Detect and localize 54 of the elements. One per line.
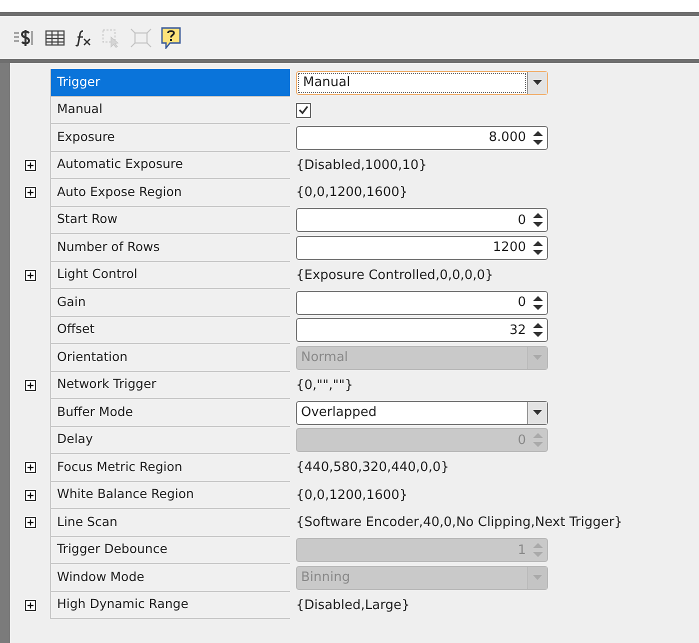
property-value: {0,0,1200,1600} <box>296 184 408 202</box>
number-field[interactable]: 32 <box>296 318 548 342</box>
property-label[interactable]: Light Control <box>50 262 290 289</box>
expand-icon[interactable] <box>24 490 36 501</box>
property-label[interactable]: High Dynamic Range <box>50 592 290 619</box>
property-label[interactable]: Network Trigger <box>50 372 290 399</box>
property-label[interactable]: Start Row <box>50 206 290 234</box>
number-field[interactable]: 0 <box>296 290 548 315</box>
expand-icon[interactable] <box>24 187 36 198</box>
spin-arrows-icon <box>532 321 544 340</box>
expand-icon[interactable] <box>24 462 36 474</box>
spin-arrows-icon <box>532 211 544 230</box>
spin-arrows-icon <box>532 238 544 257</box>
expand-icon[interactable] <box>24 600 36 611</box>
expand-icon[interactable] <box>24 270 36 281</box>
property-value: {0,"",""} <box>296 376 353 394</box>
caret-icon <box>533 575 542 580</box>
property-label[interactable]: Automatic Exposure <box>50 152 290 179</box>
number-field[interactable]: 1200 <box>296 236 548 260</box>
number-field[interactable]: 8.000 <box>296 126 548 150</box>
spin-arrows-icon <box>532 128 544 147</box>
property-label[interactable]: Offset <box>50 316 290 344</box>
property-label[interactable]: Focus Metric Region <box>50 454 290 482</box>
function-icon[interactable] <box>74 28 92 46</box>
property-value: {Disabled,1000,10} <box>296 156 427 174</box>
property-label[interactable]: White Balance Region <box>50 482 290 509</box>
property-label[interactable]: Line Scan <box>50 509 290 536</box>
dropdown[interactable]: Overlapped <box>296 400 548 425</box>
caret-icon <box>533 410 542 416</box>
property-value: {Exposure Controlled,0,0,0,0} <box>296 266 494 284</box>
property-value: {440,580,320,440,0,0} <box>296 459 449 477</box>
property-value: {Disabled,Large} <box>296 596 410 614</box>
checkbox[interactable] <box>296 102 311 118</box>
caret-icon <box>533 355 542 360</box>
property-label[interactable]: Buffer Mode <box>50 399 290 426</box>
table-grid-icon[interactable] <box>45 28 65 46</box>
property-label[interactable]: Manual <box>50 96 290 124</box>
property-value: {Software Encoder,40,0,No Clipping,Next Trigger} <box>296 514 622 532</box>
caret-icon <box>533 80 542 86</box>
spin-arrows-icon <box>532 431 544 450</box>
spin-arrows-icon <box>532 294 544 312</box>
spin-arrows-icon <box>532 541 544 560</box>
property-value: {0,0,1200,1600} <box>296 486 408 504</box>
property-label[interactable]: Trigger <box>50 69 290 96</box>
expand-icon[interactable] <box>24 380 36 391</box>
help-icon[interactable] <box>161 26 181 48</box>
property-label[interactable]: Auto Expose Region <box>50 179 290 206</box>
expand-icon[interactable] <box>24 517 36 528</box>
expand-icon[interactable] <box>24 160 36 171</box>
number-field[interactable]: 0 <box>296 208 548 232</box>
property-label[interactable]: Number of Rows <box>50 234 290 262</box>
dropdown[interactable]: Manual <box>296 70 548 95</box>
property-label[interactable]: Exposure <box>50 124 290 152</box>
property-label[interactable]: Gain <box>50 289 290 316</box>
